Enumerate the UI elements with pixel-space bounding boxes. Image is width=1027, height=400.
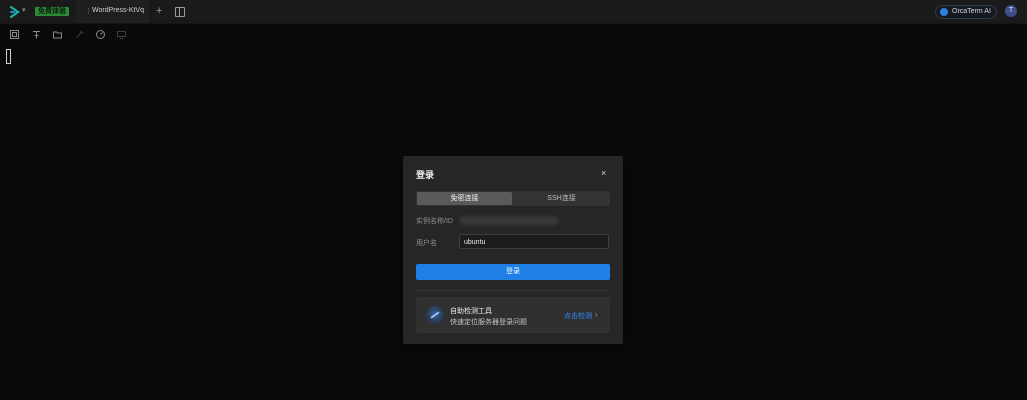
split-view-icon[interactable] xyxy=(175,7,185,17)
chevron-down-icon[interactable]: ▾ xyxy=(22,6,26,14)
toolbar xyxy=(0,24,1027,44)
chevron-right-icon[interactable]: › xyxy=(595,310,598,319)
self-check-card[interactable]: 自助检测工具 快速定位服务器登录问题 点击检测 › xyxy=(416,297,610,333)
avatar[interactable]: T xyxy=(1005,5,1017,17)
username-input[interactable]: ubuntu xyxy=(459,234,609,249)
tab-title: WordPress-KtVq xyxy=(92,7,144,14)
folder-icon[interactable] xyxy=(53,30,62,39)
add-tab-icon[interactable]: + xyxy=(156,5,162,17)
monitor-icon xyxy=(117,30,126,39)
diagnostic-tool-icon xyxy=(426,306,444,324)
app-root: ▾ 免费体验 ⋮ WordPress-KtVq + OrcaTerm AI T xyxy=(0,0,1027,400)
screen-icon[interactable] xyxy=(10,30,19,39)
tab-menu-icon[interactable]: ⋮ xyxy=(85,7,92,15)
tab-ssh[interactable]: SSH连接 xyxy=(514,192,609,205)
orcaterm-ai-button[interactable]: OrcaTerm AI xyxy=(935,5,997,19)
start-check-link[interactable]: 点击检测 xyxy=(564,311,592,321)
free-trial-badge: 免费体验 xyxy=(35,7,69,16)
username-label: 用户名 xyxy=(416,240,437,247)
tab-passwordless[interactable]: 免密连接 xyxy=(417,192,512,205)
instance-label: 实例名称/ID xyxy=(416,218,453,225)
logo-icon[interactable] xyxy=(8,5,22,19)
text-format-icon[interactable] xyxy=(32,30,41,39)
gauge-icon[interactable] xyxy=(96,30,105,39)
instance-value-redacted xyxy=(460,216,558,225)
modal-title: 登录 xyxy=(416,170,435,180)
connection-type-tabs: 免密连接 SSH连接 xyxy=(416,191,610,206)
self-check-desc: 快速定位服务器登录问题 xyxy=(450,319,527,326)
ai-label: OrcaTerm AI xyxy=(952,8,991,15)
self-check-title: 自助检测工具 xyxy=(450,308,492,315)
login-button[interactable]: 登录 xyxy=(416,264,610,280)
terminal-cursor xyxy=(6,49,11,64)
top-bar: ▾ 免费体验 ⋮ WordPress-KtVq + OrcaTerm AI T xyxy=(0,0,1027,24)
close-icon[interactable]: × xyxy=(601,168,606,178)
tab-wordpress[interactable]: ⋮ WordPress-KtVq xyxy=(76,0,151,23)
login-modal: 登录 × 免密连接 SSH连接 实例名称/ID 用户名 ubuntu 登录 自助… xyxy=(403,156,623,344)
edit-icon xyxy=(75,30,84,39)
ai-icon xyxy=(940,8,948,16)
divider xyxy=(416,290,610,291)
